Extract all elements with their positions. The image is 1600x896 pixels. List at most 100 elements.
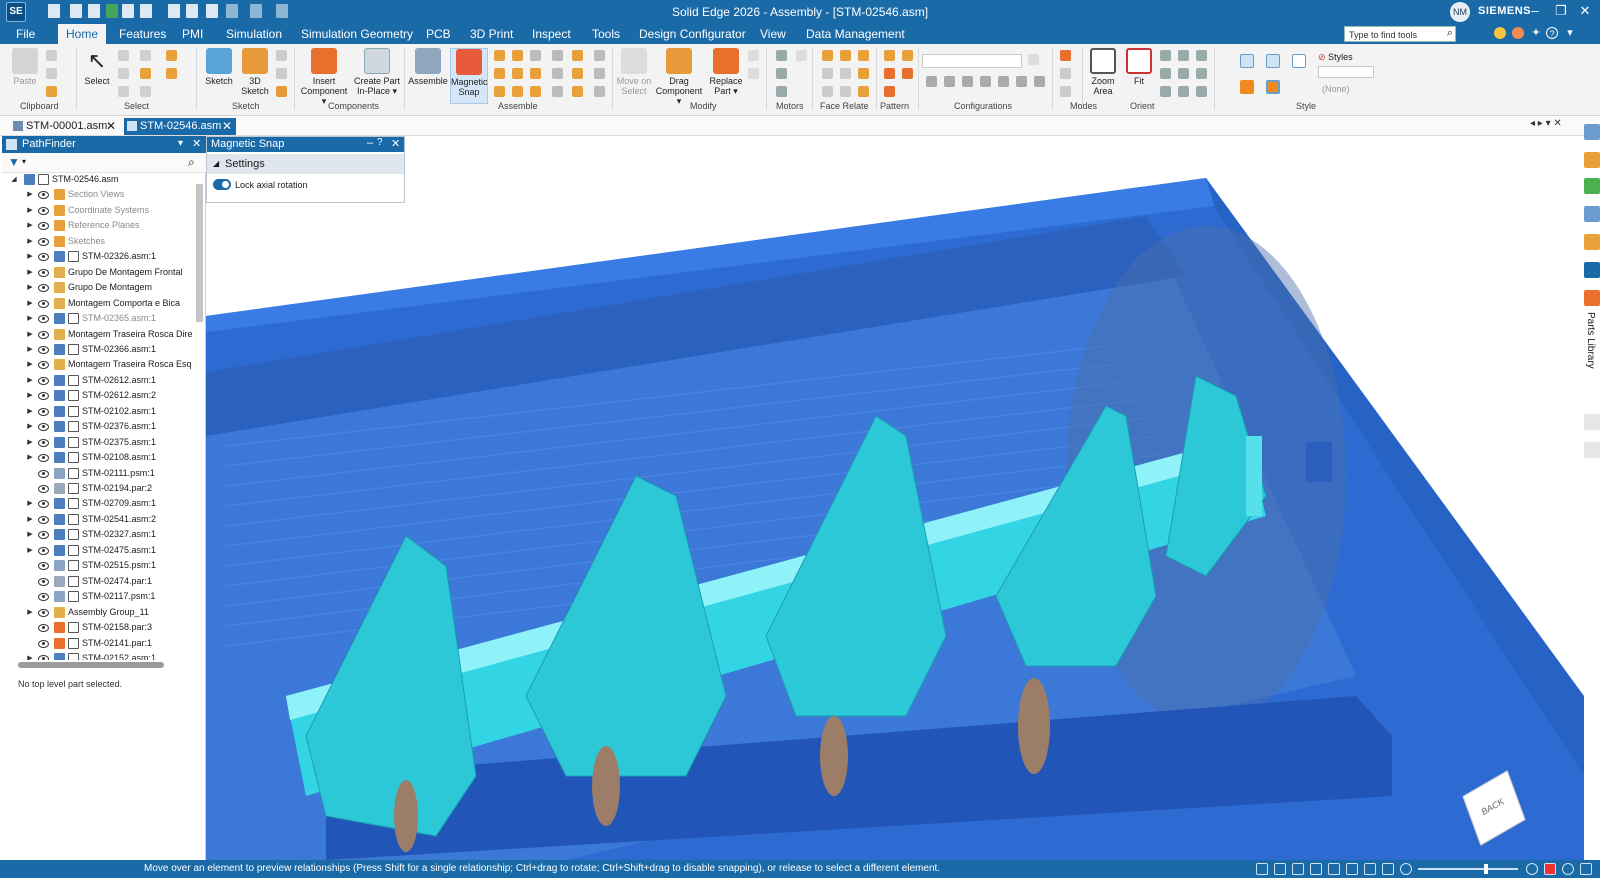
saved-view-icon[interactable] [1178,86,1189,97]
visibility-eye-icon[interactable] [38,485,49,493]
rotate-icon[interactable] [1196,50,1207,61]
extra-pane-icon[interactable] [1584,442,1600,458]
visibility-eye-icon[interactable] [38,546,49,555]
pattern-fill-icon[interactable] [884,86,895,97]
relate-align-icon[interactable] [512,50,523,61]
tree-item[interactable]: STM-02111.psm:1 [2,466,192,482]
select-button[interactable]: ↖ Select [80,48,114,104]
expand-icon[interactable]: ▶ [26,388,34,403]
relate-center-icon[interactable] [572,86,583,97]
configuration-select[interactable] [922,54,1022,68]
expand-icon[interactable]: ▶ [26,435,34,450]
config-tool3-icon[interactable] [962,76,973,87]
tree-item[interactable]: ▶ STM-02709.asm:1 [2,496,192,512]
move-on-select-button[interactable]: Move on Select [616,48,652,104]
tools-pane-icon[interactable] [1584,152,1600,168]
relate-parallel-icon[interactable] [552,50,563,61]
visibility-eye-icon[interactable] [38,407,49,416]
tree-item[interactable]: ▶ Grupo De Montagem [2,280,192,296]
3d-viewport[interactable]: BACK [206,136,1584,860]
visibility-eye-icon[interactable] [38,454,49,463]
config-tool5-icon[interactable] [998,76,1009,87]
status-fit-icon[interactable] [1256,863,1268,875]
tab-home[interactable]: Home [58,24,107,44]
expand-icon[interactable]: ▶ [26,218,34,233]
visibility-eye-icon[interactable] [38,593,49,602]
parts-library-tab[interactable]: Parts Library [1580,312,1596,392]
visibility-eye-icon[interactable] [38,222,49,231]
status-view-icon[interactable] [1346,863,1358,875]
tree-item[interactable]: ▶ Assembly Group_11 [2,605,192,621]
replace-part-button[interactable]: Replace Part ▾ [706,48,746,104]
expand-icon[interactable]: ▶ [26,605,34,620]
visibility-eye-icon[interactable] [38,639,49,648]
tab-view[interactable]: View [752,24,794,44]
tree-item[interactable]: STM-02515.psm:1 [2,558,192,574]
shaded-style-icon[interactable] [1240,80,1254,94]
status-display-icon[interactable] [1382,863,1394,875]
tree-item[interactable]: STM-02117.psm:1 [2,589,192,605]
solid-edge-logo[interactable]: SE [6,2,26,22]
tree-item[interactable]: ▶ STM-02102.asm:1 [2,404,192,420]
visibility-eye-icon[interactable] [38,376,49,385]
options-icon[interactable]: ▾ [1564,27,1576,39]
config-tool6-icon[interactable] [1016,76,1027,87]
panel-minimize-icon[interactable]: – [367,137,373,149]
tree-item[interactable]: ▶ STM-02365.asm:1 [2,311,192,327]
panel-help-icon[interactable]: ? [377,137,383,148]
relate-path-icon[interactable] [572,50,583,61]
expand-icon[interactable]: ▶ [26,543,34,558]
visibility-eye-icon[interactable] [38,577,49,586]
sketch-tool2-icon[interactable] [276,68,287,79]
notes-icon[interactable] [1580,863,1592,875]
capture-icon[interactable] [1562,863,1574,875]
edit-icon[interactable] [140,4,152,18]
face-relate4-icon[interactable] [822,68,833,79]
status-zoom-area-icon[interactable] [1292,863,1304,875]
zoom-in-icon[interactable] [1526,863,1538,875]
pattern-icon[interactable] [884,50,895,61]
tree-item[interactable]: ▶ Coordinate Systems [2,203,192,219]
visibility-eye-icon[interactable] [38,392,49,401]
tree-item[interactable]: ▶ Reference Planes [2,218,192,234]
relate-tangent-icon[interactable] [494,86,505,97]
styles-label[interactable]: ⊘ Styles [1318,52,1353,63]
expand-icon[interactable]: ▶ [26,342,34,357]
expand-icon[interactable]: ▶ [26,265,34,280]
config-save-icon[interactable] [1028,54,1039,65]
pattern-along-icon[interactable] [884,68,895,79]
expand-icon[interactable]: ▶ [26,296,34,311]
help-icon[interactable]: ? [1546,27,1558,39]
library-pane-icon[interactable] [1584,234,1600,250]
tree-item[interactable]: STM-02474.par:1 [2,574,192,590]
visibility-eye-icon[interactable] [38,361,49,370]
simulate-motor-icon[interactable] [776,68,787,79]
expand-icon[interactable]: ▶ [26,419,34,434]
relate-cam-icon[interactable] [512,86,523,97]
visibility-eye-icon[interactable] [38,469,49,478]
status-zoom-icon[interactable] [1274,863,1286,875]
tree-item[interactable]: ▶ Section Views [2,187,192,203]
expand-icon[interactable]: ▶ [26,512,34,527]
relate-match-icon[interactable] [552,86,563,97]
expand-icon[interactable]: ▶ [26,280,34,295]
parts-library-icon[interactable] [1584,290,1600,306]
motor-settings-icon[interactable] [776,86,787,97]
tree-item[interactable]: STM-02194.par:2 [2,481,192,497]
face-relate8-icon[interactable] [840,86,851,97]
motor2-icon[interactable] [796,50,807,61]
visibility-eye-icon[interactable] [38,268,49,277]
modify-tool-icon[interactable] [748,50,759,61]
relate-connect-icon[interactable] [512,68,523,79]
status-style-icon[interactable] [1364,863,1376,875]
expand-icon[interactable]: ▶ [26,651,34,660]
format-painter-icon[interactable] [46,86,57,97]
visibility-eye-icon[interactable] [38,237,49,246]
expand-icon[interactable]: ▶ [26,450,34,465]
status-pan-icon[interactable] [1310,863,1322,875]
document-icon[interactable] [186,4,198,18]
create-part-in-place-button[interactable]: Create Part In-Place ▾ [352,48,402,104]
relate-check-icon[interactable] [594,68,605,79]
expand-icon[interactable]: ▶ [26,496,34,511]
expand-icon[interactable]: ▶ [26,373,34,388]
